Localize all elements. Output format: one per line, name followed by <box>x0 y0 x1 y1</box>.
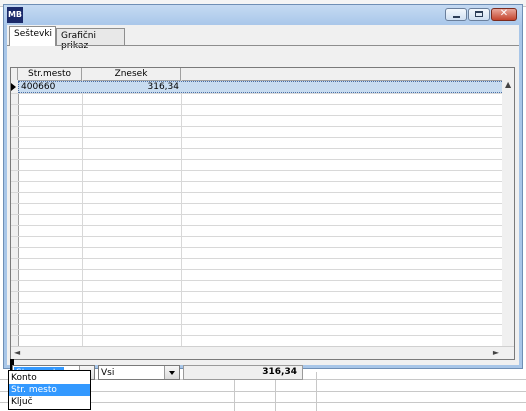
grid-row-line <box>11 313 514 314</box>
summary-grid[interactable]: Str.mesto Znesek 400660 316,34 ▲ ◄ ► <box>10 67 515 360</box>
column-header-str-mesto[interactable]: Str.mesto <box>18 68 82 80</box>
grid-row-line <box>11 181 514 182</box>
grid-row-line <box>11 247 514 248</box>
chevron-down-icon <box>169 371 175 375</box>
horizontal-scrollbar[interactable]: ◄ ► <box>11 346 514 359</box>
cell-str-mesto: 400660 <box>21 82 56 92</box>
grid-row-line <box>11 115 514 116</box>
grid-row-line <box>11 280 514 281</box>
indicator-header <box>11 68 18 80</box>
dropdown-option-konto[interactable]: Konto <box>9 372 90 384</box>
tab-graficni-prikaz[interactable]: Grafični prikaz <box>56 28 125 51</box>
grid-row-line <box>11 269 514 270</box>
scope-value: Vsi <box>101 368 115 378</box>
minimize-button[interactable] <box>445 8 467 21</box>
grid-row-line <box>11 324 514 325</box>
grid-row-line <box>11 126 514 127</box>
grid-row-line <box>11 258 514 259</box>
app-logo-icon: MB <box>7 7 23 23</box>
scope-dropdown-button[interactable] <box>164 366 179 379</box>
grid-row-line <box>11 159 514 160</box>
scroll-up-icon[interactable]: ▲ <box>505 80 511 89</box>
grid-row-line <box>11 214 514 215</box>
cell-znesek: 316,34 <box>147 82 180 92</box>
group-by-dropdown-list[interactable]: Konto Str. mesto Ključ <box>8 370 91 410</box>
maximize-button[interactable] <box>468 8 490 21</box>
total-amount: 316,34 <box>183 365 303 380</box>
grid-row-line <box>11 104 514 105</box>
close-icon: ✕ <box>499 8 509 19</box>
grid-row-line <box>11 335 514 336</box>
column-header-znesek[interactable]: Znesek <box>82 68 181 80</box>
vertical-scrollbar[interactable]: ▲ <box>502 80 514 347</box>
scroll-right-icon[interactable]: ► <box>493 348 499 357</box>
grid-row-line <box>11 170 514 171</box>
tab-sestevki[interactable]: Seštevki <box>9 26 56 46</box>
summary-dialog: MB ✕ Seštevki Grafični prikaz Str.mesto … <box>3 4 523 380</box>
grid-row-line <box>11 236 514 237</box>
grid-row-line <box>11 192 514 193</box>
current-row-arrow-icon <box>11 83 16 91</box>
grid-row-line <box>11 148 514 149</box>
tab-label: Seštevki <box>14 29 53 39</box>
dialog-titlebar[interactable]: MB ✕ <box>4 5 522 25</box>
close-button[interactable]: ✕ <box>491 8 517 21</box>
grid-row-line <box>11 137 514 138</box>
dialog-client-area: Seštevki Grafični prikaz Str.mesto Znese… <box>7 25 519 380</box>
minimize-icon <box>453 16 460 18</box>
grid-row-line <box>11 302 514 303</box>
dropdown-option-kljuc[interactable]: Ključ <box>9 396 90 408</box>
grid-row-line <box>11 291 514 292</box>
dropdown-option-str-mesto[interactable]: Str. mesto <box>9 384 90 396</box>
grid-header: Str.mesto Znesek <box>11 68 514 81</box>
scope-select[interactable]: Vsi <box>98 365 180 380</box>
grid-row-line <box>11 203 514 204</box>
grid-row-line <box>11 93 514 94</box>
grid-row-line <box>11 225 514 226</box>
scroll-left-icon[interactable]: ◄ <box>14 348 20 357</box>
maximize-icon <box>475 11 483 17</box>
tab-panel-sestevki: Str.mesto Znesek 400660 316,34 ▲ ◄ ► Vsi… <box>7 45 519 380</box>
